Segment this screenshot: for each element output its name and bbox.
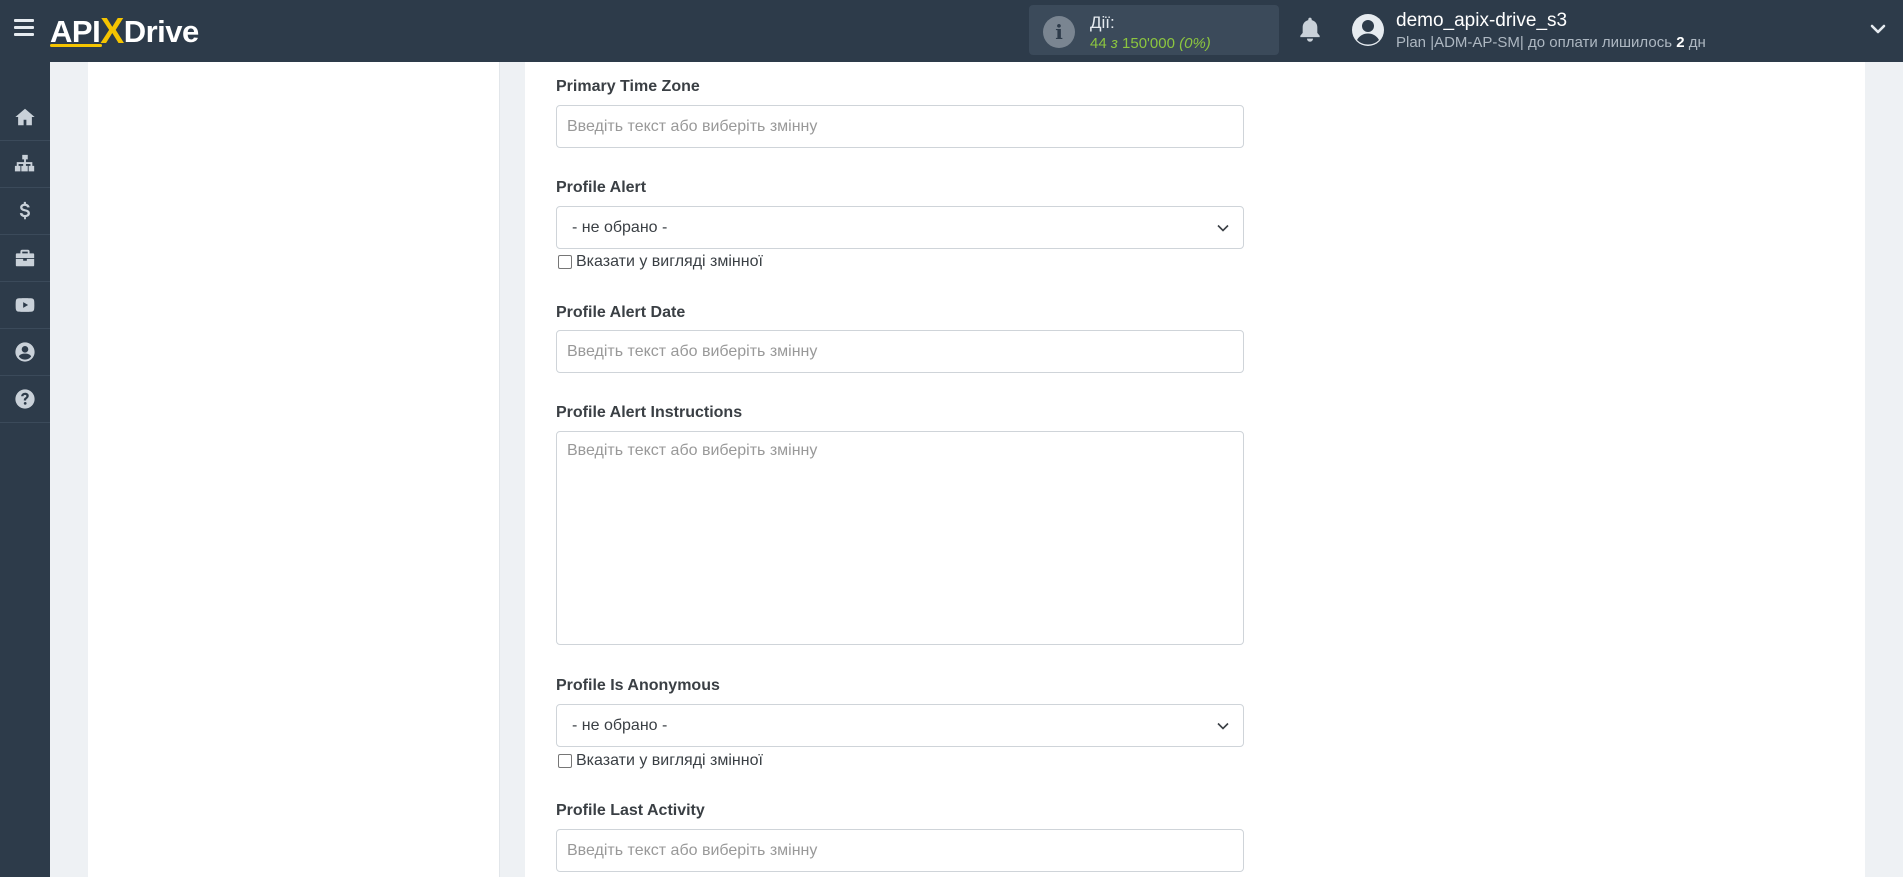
profile-is-anonymous-select[interactable]: - не обрано - [556, 704, 1244, 747]
primary-time-zone-label: Primary Time Zone [556, 78, 700, 95]
profile-alert-selected-value: - не обрано - [572, 219, 668, 236]
sidebar-item-account[interactable] [0, 329, 50, 376]
chevron-down-icon [1217, 722, 1229, 730]
user-circle-icon [15, 342, 35, 362]
briefcase-icon [15, 249, 35, 267]
profile-alert-instructions-textarea[interactable]: Введіть текст або виберіть змінну [556, 431, 1244, 645]
sitemap-icon [14, 154, 35, 172]
chevron-down-icon[interactable] [1869, 20, 1887, 38]
sidebar-item-home[interactable] [0, 94, 50, 141]
logo-x-text: X [100, 10, 124, 51]
sidebar [0, 62, 50, 877]
profile-alert-variable-option: Вказати у вигляді змінної [558, 253, 763, 271]
profile-is-anonymous-selected-value: - не обрано - [572, 717, 668, 734]
profile-alert-date-input[interactable]: Введіть текст або виберіть змінну [556, 330, 1244, 373]
menu-icon[interactable] [14, 19, 34, 37]
profile-alert-date-label: Profile Alert Date [556, 304, 686, 321]
profile-alert-instructions-label: Profile Alert Instructions [556, 404, 743, 421]
profile-is-anonymous-label: Profile Is Anonymous [556, 677, 720, 694]
user-plan: Plan |ADM-AP-SM| до оплати лишилось 2 дн [1396, 34, 1706, 51]
chevron-down-icon [1217, 224, 1229, 232]
dollar-icon [19, 201, 30, 220]
sidebar-item-connections[interactable] [0, 141, 50, 188]
home-icon [15, 108, 35, 126]
question-icon [15, 389, 35, 409]
user-name[interactable]: demo_apix-drive_s3 [1396, 10, 1567, 32]
profile-is-anonymous-variable-option: Вказати у вигляді змінної [558, 752, 763, 770]
top-bar: APIXDrive i Дії: 44 з 150'000 (0%) demo_… [0, 0, 1903, 62]
sidebar-item-billing[interactable] [0, 188, 50, 235]
actions-count: 44 з 150'000 (0%) [1090, 35, 1211, 52]
profile-last-activity-label: Profile Last Activity [556, 802, 705, 819]
profile-alert-select[interactable]: - не обрано - [556, 206, 1244, 249]
profile-alert-label: Profile Alert [556, 179, 647, 196]
bell-icon[interactable] [1297, 16, 1323, 44]
sidebar-item-video[interactable] [0, 282, 50, 329]
profile-last-activity-input[interactable]: Введіть текст або виберіть змінну [556, 829, 1244, 872]
youtube-icon [15, 298, 35, 312]
user-avatar-icon[interactable] [1351, 13, 1385, 47]
profile-is-anonymous-variable-label: Вказати у вигляді змінної [576, 752, 763, 769]
actions-label: Дії: [1090, 13, 1115, 32]
left-panel [88, 62, 500, 877]
profile-is-anonymous-variable-checkbox[interactable] [558, 754, 572, 768]
logo-underline [50, 44, 102, 47]
profile-alert-variable-label: Вказати у вигляді змінної [576, 253, 763, 270]
logo-drive-text: Drive [123, 14, 200, 49]
actions-counter[interactable]: i Дії: 44 з 150'000 (0%) [1029, 5, 1279, 55]
primary-time-zone-input[interactable]: Введіть текст або виберіть змінну [556, 105, 1244, 148]
info-icon: i [1043, 16, 1075, 48]
profile-alert-variable-checkbox[interactable] [558, 255, 572, 269]
sidebar-item-help[interactable] [0, 376, 50, 423]
sidebar-item-services[interactable] [0, 235, 50, 282]
